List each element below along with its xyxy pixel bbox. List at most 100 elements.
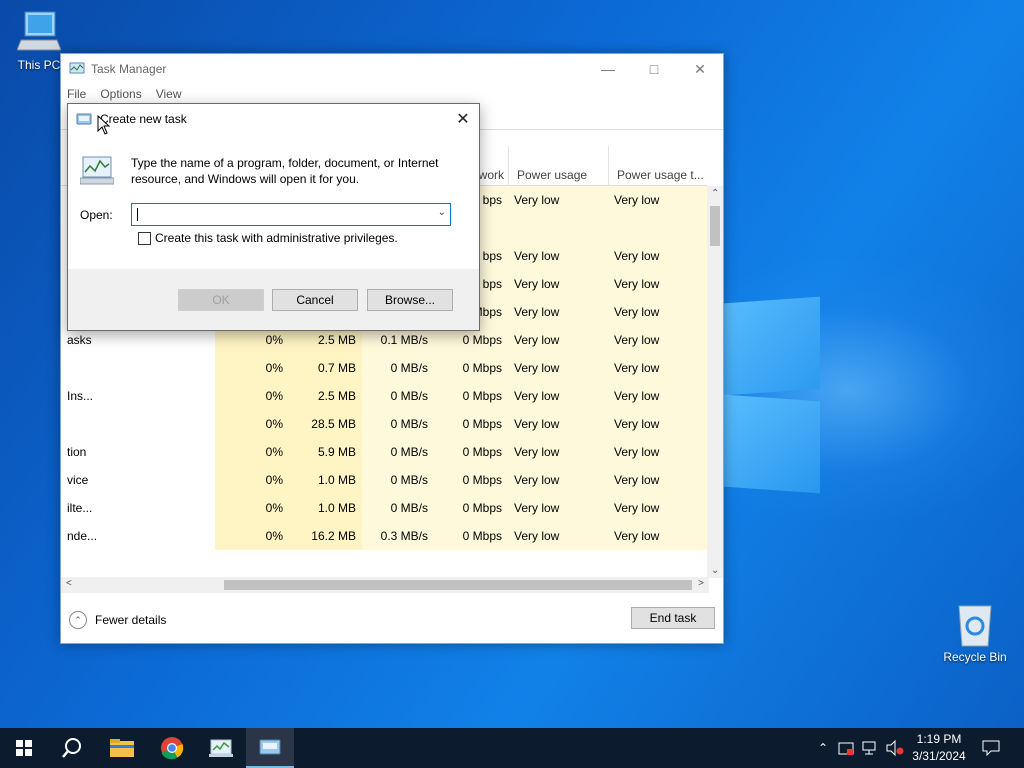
task-manager-icon (80, 156, 114, 185)
file-explorer-button[interactable] (98, 728, 146, 768)
scroll-thumb[interactable] (710, 206, 720, 246)
cell-net: 0 Mbps (434, 410, 508, 438)
cell-power: Very low (508, 186, 608, 214)
chevron-up-icon: ⌃ (817, 741, 829, 755)
table-row[interactable]: tion 0% 5.9 MB 0 MB/s 0 Mbps Very low Very low (61, 438, 709, 466)
cell-power: Very low (508, 354, 608, 382)
create-new-task-dialog: Create new task ✕ Type the name of a pro… (67, 103, 480, 331)
column-power-usage[interactable]: Power usage (508, 146, 608, 186)
cell-disk: 0.3 MB/s (362, 522, 434, 550)
cell-mem: 5.9 MB (289, 438, 362, 466)
cell-trend: Very low (608, 354, 709, 382)
close-icon[interactable]: ✕ (447, 104, 479, 134)
scroll-up-icon[interactable]: ⌃ (711, 188, 719, 199)
chevron-down-icon[interactable]: ⌄ (438, 207, 446, 218)
window-title: Task Manager (91, 62, 167, 76)
open-input[interactable]: ⌄ (131, 203, 451, 226)
start-button[interactable] (0, 728, 48, 768)
dialog-title-bar[interactable]: Create new task (68, 104, 479, 134)
cell-disk: 0 MB/s (362, 438, 434, 466)
table-row[interactable]: nde... 0% 16.2 MB 0.3 MB/s 0 Mbps Very low Ver… (61, 522, 709, 550)
menu-bar: File Options View (61, 84, 723, 104)
minimize-icon[interactable]: — (585, 54, 631, 84)
cell-power: Very low (508, 522, 608, 550)
vertical-scrollbar[interactable]: ⌃ ⌄ (707, 186, 723, 578)
table-row[interactable]: Ins... 0% 2.5 MB 0 MB/s 0 Mbps Very low Very l… (61, 382, 709, 410)
cell-name: ilte... (67, 501, 93, 515)
volume-muted-icon (886, 740, 904, 756)
horizontal-scrollbar[interactable]: < > (61, 577, 709, 593)
scroll-right-icon[interactable]: > (698, 578, 704, 589)
cell-cpu: 0% (215, 494, 289, 522)
cell-mem: 16.2 MB (289, 522, 362, 550)
cell-power: Very low (508, 242, 608, 270)
cell-cpu: 0% (215, 382, 289, 410)
cell-trend: Very low (608, 522, 709, 550)
dialog-title: Create new task (100, 112, 187, 126)
network-tray-icon[interactable] (860, 728, 880, 768)
cell-net: 0 Mbps (434, 494, 508, 522)
run-icon (76, 113, 92, 125)
cell-power: Very low (508, 466, 608, 494)
chrome-button[interactable] (148, 728, 196, 768)
show-hidden-icons-button[interactable]: ⌃ (814, 728, 832, 768)
cell-trend: Very low (608, 466, 709, 494)
end-task-button[interactable]: End task (631, 607, 715, 629)
windows-logo-icon (16, 740, 32, 756)
cell-net: 0 Mbps (434, 466, 508, 494)
search-button[interactable] (48, 728, 96, 768)
action-center-button[interactable] (976, 728, 1006, 768)
table-row[interactable]: 0% 28.5 MB 0 MB/s 0 Mbps Very low Very low (61, 410, 709, 438)
volume-tray-icon[interactable] (884, 728, 906, 768)
cell-mem: 1.0 MB (289, 466, 362, 494)
scroll-left-icon[interactable]: < (66, 578, 72, 589)
table-row[interactable]: vice 0% 1.0 MB 0 MB/s 0 Mbps Very low Very low (61, 466, 709, 494)
search-icon (62, 738, 81, 758)
clock-date: 3/31/2024 (912, 749, 966, 763)
cell-mem: 1.0 MB (289, 494, 362, 522)
cell-cpu: 0% (215, 466, 289, 494)
cell-disk: 0 MB/s (362, 410, 434, 438)
close-icon[interactable]: ✕ (677, 54, 723, 84)
browse-button[interactable]: Browse... (367, 289, 453, 311)
security-tray-icon[interactable] (836, 728, 856, 768)
cell-name: tion (67, 445, 87, 459)
cell-disk: 0 MB/s (362, 354, 434, 382)
menu-view[interactable]: View (156, 87, 182, 101)
clock[interactable]: 1:19 PM 3/31/2024 (908, 731, 970, 765)
cancel-button[interactable]: Cancel (272, 289, 358, 311)
dialog-message: Type the name of a program, folder, docu… (131, 156, 439, 186)
dialog-footer: OK Cancel Browse... (68, 269, 479, 330)
desktop-icon-label: Recycle Bin (943, 650, 1007, 664)
open-label: Open: (80, 208, 113, 222)
text-caret (137, 208, 138, 221)
checkbox-box[interactable] (138, 231, 151, 245)
run-dialog-taskbar-button[interactable] (246, 728, 294, 768)
admin-privileges-checkbox[interactable]: Create this task with administrative pri… (138, 231, 398, 245)
ok-button[interactable]: OK (178, 289, 264, 311)
network-icon (862, 741, 876, 755)
cell-power: Very low (508, 298, 608, 326)
cell-trend: Very low (608, 382, 709, 410)
cell-cpu: 0% (215, 522, 289, 550)
scroll-thumb[interactable] (224, 580, 692, 590)
chevron-up-icon: ⌃ (69, 611, 87, 629)
fewer-details-button[interactable]: ⌃ Fewer details (69, 611, 166, 629)
maximize-icon[interactable]: □ (631, 54, 677, 84)
table-row[interactable]: ilte... 0% 1.0 MB 0 MB/s 0 Mbps Very low Very … (61, 494, 709, 522)
desktop-icon-label: This PC (17, 58, 61, 72)
table-row[interactable]: 0% 0.7 MB 0 MB/s 0 Mbps Very low Very low (61, 354, 709, 382)
scroll-down-icon[interactable]: ⌄ (711, 565, 719, 576)
cell-trend: Very low (608, 494, 709, 522)
menu-options[interactable]: Options (100, 87, 141, 101)
cell-power: Very low (508, 382, 608, 410)
task-manager-taskbar-button[interactable] (197, 728, 245, 768)
cell-mem: 0.7 MB (289, 354, 362, 382)
admin-privileges-label: Create this task with administrative pri… (155, 231, 398, 245)
cell-name: nde... (67, 529, 98, 543)
column-power-usage-trend[interactable]: Power usage t... (608, 146, 709, 186)
desktop-icon-recycle-bin[interactable]: Recycle Bin (940, 602, 1010, 664)
cell-name (61, 410, 215, 438)
cell-trend: Very low (608, 242, 709, 270)
menu-file[interactable]: File (67, 87, 86, 101)
